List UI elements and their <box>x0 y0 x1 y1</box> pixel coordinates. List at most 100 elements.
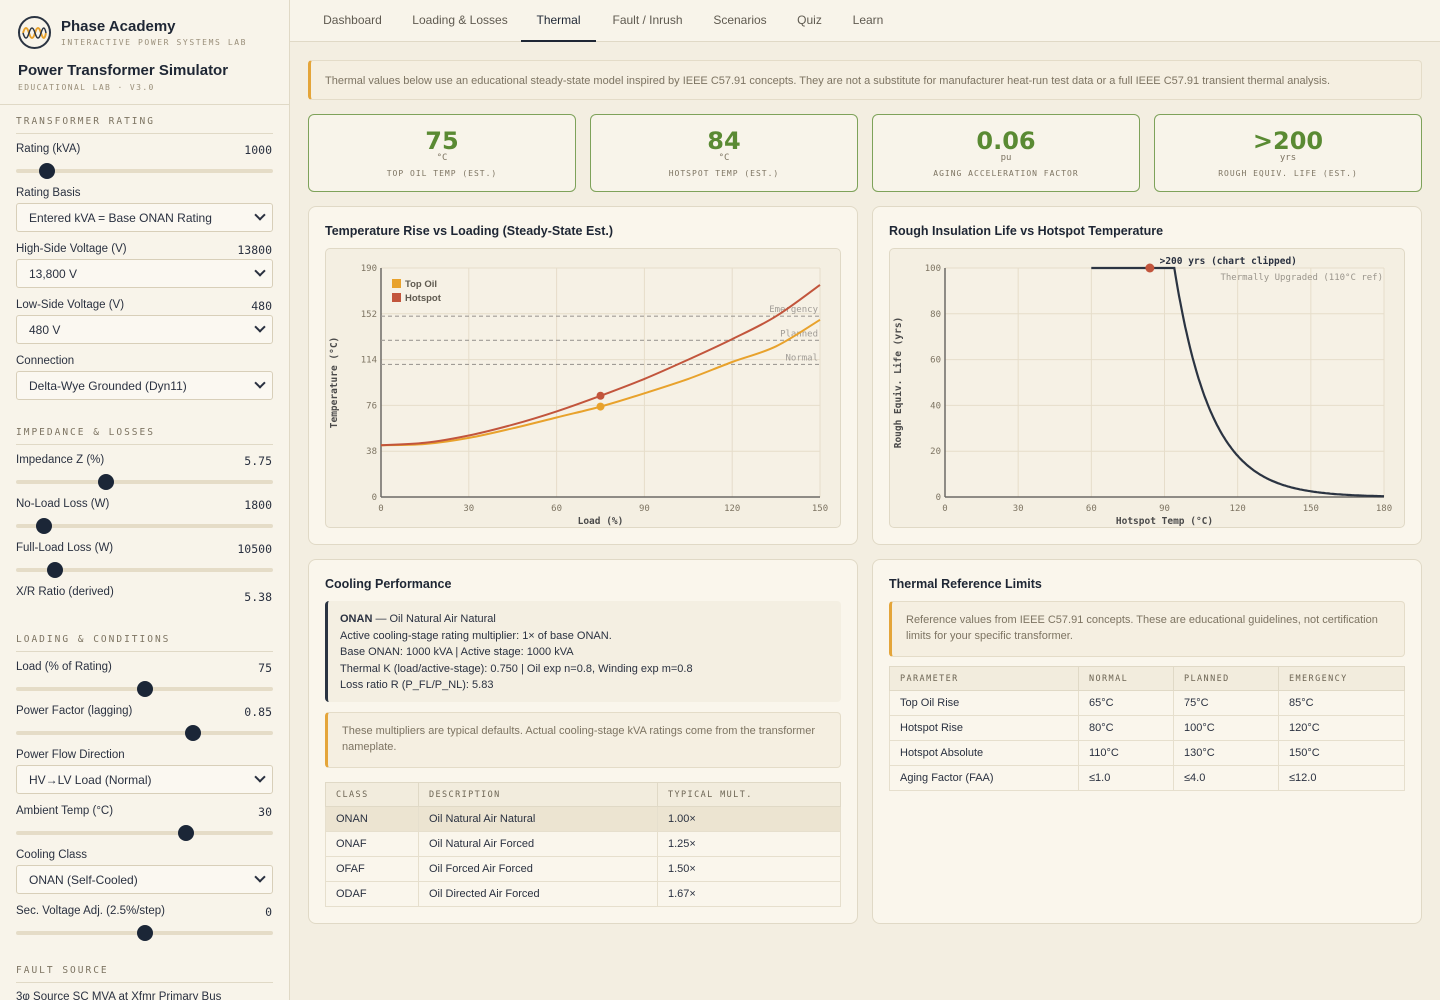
rating-basis-select[interactable]: Entered kVA = Base ONAN Rating <box>16 203 273 232</box>
rating-label: Rating (kVA) <box>16 143 81 155</box>
load-slider[interactable] <box>16 681 273 697</box>
no-load-loss-slider-thumb[interactable] <box>36 518 53 534</box>
y-tick-label: 60 <box>930 356 941 366</box>
table-row: Hotspot Rise 80°C 100°C 120°C <box>889 715 1405 741</box>
x-tick-label: 150 <box>812 504 828 514</box>
temperature-chart-card: Temperature Rise vs Loading (Steady-Stat… <box>308 206 858 545</box>
ambient-value: 30 <box>258 805 272 819</box>
operating-point-hotspot <box>596 391 605 400</box>
table-cell: 1.25× <box>657 831 841 857</box>
hv-select[interactable]: 13,800 V <box>16 259 273 288</box>
x-tick-label: 90 <box>1159 504 1170 514</box>
tab-fault-inrush[interactable]: Fault / Inrush <box>604 0 691 42</box>
kpi-aging-factor: 0.06 pu AGING ACCELERATION FACTOR <box>872 114 1140 192</box>
fault-sc-label: 3φ Source SC MVA at Xfmr Primary Bus <box>16 991 222 1000</box>
table-cell: Top Oil Rise <box>889 690 1079 716</box>
x-tick-label: 120 <box>1230 504 1246 514</box>
kpi-top-oil-unit: °C <box>436 153 448 163</box>
kpi-hotspot-value: 84 <box>707 127 741 155</box>
table-cell: 1.67× <box>657 881 841 907</box>
xr-ratio-label: X/R Ratio (derived) <box>16 586 114 598</box>
cooling-class-line: ONAN — Oil Natural Air Natural <box>340 611 829 628</box>
load-slider-thumb[interactable] <box>136 681 153 697</box>
col-class: CLASS <box>325 782 419 807</box>
legend-swatch <box>392 293 401 302</box>
rating-slider[interactable] <box>16 163 273 179</box>
cooling-class-select[interactable]: ONAN (Self-Cooled) <box>16 865 273 894</box>
temperature-chart: 0 30 60 90 120 150 0 38 76 114 152 190 Load (%) Tempe… <box>329 264 828 527</box>
ambient-slider[interactable] <box>16 825 273 841</box>
tab-loading-losses[interactable]: Loading & Losses <box>406 0 514 42</box>
tab-scenarios[interactable]: Scenarios <box>704 0 776 42</box>
x-tick-label: 0 <box>942 504 947 514</box>
table-cell: ≤1.0 <box>1078 765 1174 791</box>
full-load-loss-slider[interactable] <box>16 562 273 578</box>
x-tick-label: 0 <box>378 504 383 514</box>
power-factor-slider[interactable] <box>16 725 273 741</box>
sidebar: Phase Academy INTERACTIVE POWER SYSTEMS … <box>0 0 290 1000</box>
x-axis-label: Hotspot Temp (°C) <box>1116 516 1213 527</box>
tab-dashboard[interactable]: Dashboard <box>308 0 397 42</box>
rating-slider-thumb[interactable] <box>38 163 55 179</box>
power-flow-label: Power Flow Direction <box>16 749 125 761</box>
tab-thermal[interactable]: Thermal <box>521 0 596 42</box>
ambient-slider-thumb[interactable] <box>177 825 194 841</box>
impedance-slider-thumb[interactable] <box>97 474 114 490</box>
table-row: OFAF Oil Forced Air Forced 1.50× <box>325 856 841 882</box>
impedance-slider[interactable] <box>16 474 273 490</box>
full-load-loss-slider-thumb[interactable] <box>46 562 63 578</box>
table-row: ODAF Oil Directed Air Forced 1.67× <box>325 881 841 907</box>
y-tick-label: 114 <box>361 356 377 366</box>
power-factor-slider-thumb[interactable] <box>185 725 202 741</box>
kpi-equiv-life-unit: yrs <box>1279 153 1297 163</box>
hv-value: 13800 <box>237 243 272 257</box>
load-label: Load (% of Rating) <box>16 661 112 673</box>
lv-select[interactable]: 480 V <box>16 315 273 344</box>
table-cell: Oil Natural Air Natural <box>418 806 658 832</box>
table-cell: 85°C <box>1278 690 1405 716</box>
plot-area <box>381 268 820 497</box>
no-load-loss-slider[interactable] <box>16 518 273 534</box>
kpi-equiv-life-label: ROUGH EQUIV. LIFE (EST.) <box>1218 169 1358 178</box>
y-tick-label: 190 <box>361 264 377 274</box>
operating-point-top-oil <box>596 402 605 411</box>
brand-name: Phase Academy <box>61 18 176 35</box>
tap-slider[interactable] <box>16 925 273 941</box>
tap-slider-thumb[interactable] <box>136 925 153 941</box>
hv-label: High-Side Voltage (V) <box>16 243 127 255</box>
thermal-limits-table: PARAMETER NORMAL PLANNED EMERGENCY Top O… <box>889 666 1405 791</box>
cooling-note: These multipliers are typical defaults. … <box>325 712 841 768</box>
cooling-multiplier-line: Active cooling-stage rating multiplier: … <box>340 629 612 642</box>
tab-quiz[interactable]: Quiz <box>789 0 830 42</box>
table-cell: 130°C <box>1173 740 1279 766</box>
x-tick-label: 60 <box>551 504 562 514</box>
cooling-info-box: ONAN — Oil Natural Air Natural Active co… <box>325 601 841 702</box>
full-load-loss-label: Full-Load Loss (W) <box>16 542 114 554</box>
table-cell: OFAF <box>325 856 419 882</box>
tab-learn[interactable]: Learn <box>844 0 892 42</box>
col-planned: PLANNED <box>1173 666 1279 691</box>
table-row: Hotspot Absolute 110°C 130°C 150°C <box>889 740 1405 766</box>
reference-label-emergency: Emergency <box>769 305 818 315</box>
power-factor-label: Power Factor (lagging) <box>16 705 133 717</box>
table-cell: 120°C <box>1278 715 1405 741</box>
connection-select[interactable]: Delta-Wye Grounded (Dyn11) <box>16 371 273 400</box>
reference-label-normal: Normal <box>785 353 818 363</box>
no-load-loss-label: No-Load Loss (W) <box>16 498 110 510</box>
tap-value: 0 <box>265 905 272 919</box>
cooling-base-line: Base ONAN: 1000 kVA | Active stage: 1000… <box>340 646 574 658</box>
cooling-performance-card: Cooling Performance ONAN — Oil Natural A… <box>308 559 858 924</box>
operating-point <box>1145 263 1155 273</box>
x-tick-label: 90 <box>639 504 650 514</box>
power-factor-value: 0.85 <box>244 705 272 719</box>
col-parameter: PARAMETER <box>889 666 1079 691</box>
table-cell: 1.50× <box>657 856 841 882</box>
table-cell: 65°C <box>1078 690 1174 716</box>
cooling-class-label: Cooling Class <box>16 849 87 861</box>
table-row: ONAF Oil Natural Air Forced 1.25× <box>325 831 841 857</box>
kpi-aging-factor-unit: pu <box>1000 153 1012 163</box>
chevron-down-icon <box>254 871 266 883</box>
power-flow-select[interactable]: HV→LV Load (Normal) <box>16 765 273 794</box>
table-cell: Aging Factor (FAA) <box>889 765 1079 791</box>
chevron-down-icon <box>254 321 266 333</box>
